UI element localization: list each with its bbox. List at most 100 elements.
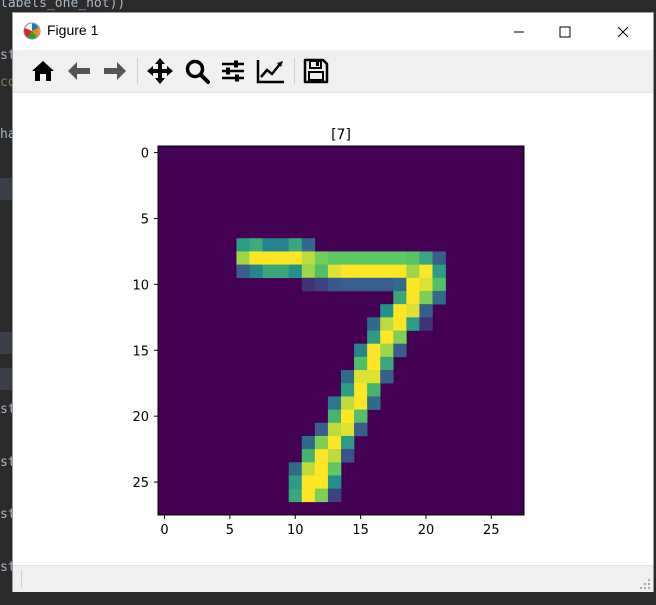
- close-icon: [617, 26, 629, 37]
- heatmap-cell: [354, 356, 368, 371]
- heatmap-cell: [301, 238, 316, 252]
- heatmap-cell: [301, 475, 316, 489]
- zoom-button[interactable]: [181, 56, 213, 86]
- heatmap-cell: [262, 264, 276, 279]
- heatmap-cell: [380, 330, 394, 344]
- heatmap-cell: [393, 343, 407, 358]
- heatmap-cell: [301, 449, 316, 463]
- heatmap-cell: [380, 304, 394, 318]
- heatmap-cell: [236, 238, 250, 252]
- x-tick-label: 10: [287, 523, 304, 538]
- home-icon: [32, 61, 54, 81]
- navigation-toolbar: [13, 50, 653, 93]
- heatmap-cell: [301, 277, 316, 292]
- heatmap-cell: [327, 277, 342, 292]
- heatmap-cell: [419, 317, 433, 331]
- heatmap-cell: [314, 475, 329, 489]
- heatmap-cell: [288, 238, 303, 252]
- save-icon: [303, 58, 329, 84]
- heatmap-cell: [432, 290, 446, 305]
- heatmap-cell: [288, 462, 303, 476]
- heatmap-cell: [327, 462, 342, 476]
- y-tick-label: 10: [132, 278, 149, 293]
- configure-subplots-icon: [222, 60, 244, 82]
- heatmap-chart[interactable]: [7] 0 5 10 15 20 25 0 5 10 15 20 25: [13, 93, 653, 565]
- heatmap-cell: [393, 264, 407, 279]
- heatmap-cell: [406, 277, 420, 292]
- back-button[interactable]: [63, 56, 95, 86]
- x-tick-label: 15: [352, 523, 369, 538]
- heatmap-cell: [341, 251, 355, 265]
- heatmap-cell: [406, 317, 420, 331]
- heatmap-cell: [380, 370, 394, 384]
- heatmap-cell: [354, 264, 368, 279]
- close-button[interactable]: [600, 13, 646, 50]
- figure-canvas[interactable]: [7] 0 5 10 15 20 25 0 5 10 15 20 25: [13, 93, 653, 565]
- heatmap-cell: [314, 462, 329, 476]
- heatmap-cell: [341, 370, 355, 384]
- pan-button[interactable]: [144, 56, 176, 86]
- back-arrow-icon: [68, 62, 90, 80]
- heatmap-cell: [380, 356, 394, 371]
- heatmap-cell: [393, 290, 407, 305]
- heatmap-cell: [341, 422, 355, 437]
- maximize-button[interactable]: [542, 13, 588, 50]
- code-highlight: [0, 332, 14, 354]
- code-line: labels_one_hot)): [0, 0, 126, 11]
- x-tick-label: 5: [226, 523, 234, 538]
- heatmap-cell: [354, 409, 368, 424]
- heatmap-cell: [341, 277, 355, 292]
- toolbar-separator: [137, 58, 138, 84]
- heatmap-cell: [419, 277, 433, 292]
- heatmap-cell: [432, 251, 446, 265]
- heatmap-cell: [393, 251, 407, 265]
- heatmap-cell: [419, 264, 433, 279]
- heatmap-cell: [419, 290, 433, 305]
- y-tick-label: 0: [141, 147, 149, 162]
- heatmap-cell: [354, 383, 368, 397]
- save-button[interactable]: [300, 56, 332, 86]
- y-tick-label: 15: [132, 344, 149, 359]
- heatmap-cell: [341, 435, 355, 450]
- home-button[interactable]: [27, 56, 59, 86]
- heatmap-cell: [327, 264, 342, 279]
- heatmap-cell: [380, 343, 394, 358]
- heatmap-cell: [419, 251, 433, 265]
- heatmap-cell: [275, 238, 290, 252]
- heatmap-cell: [288, 251, 303, 265]
- heatmap-cell: [367, 330, 381, 344]
- zoom-icon: [185, 59, 210, 84]
- heatmap-cell: [327, 396, 342, 410]
- minimize-button[interactable]: [496, 13, 542, 50]
- heatmap-cell: [354, 277, 368, 292]
- heatmap-cell: [301, 264, 316, 279]
- x-tick-label: 25: [483, 523, 500, 538]
- heatmap-cell: [288, 488, 303, 503]
- heatmap-cell: [393, 330, 407, 344]
- heatmap-cell: [275, 264, 290, 279]
- heatmap-cell: [249, 251, 263, 265]
- heatmap-cell: [262, 251, 276, 265]
- x-tick-label: 0: [160, 523, 168, 538]
- heatmap-cell: [327, 409, 342, 424]
- forward-button[interactable]: [99, 56, 131, 86]
- heatmap-cell: [288, 264, 303, 279]
- resize-grip-icon[interactable]: [639, 578, 651, 590]
- title-bar[interactable]: Figure 1: [13, 13, 653, 50]
- heatmap-cell: [341, 264, 355, 279]
- heatmap-cell: [314, 422, 329, 437]
- code-highlight: [0, 178, 14, 200]
- heatmap-cell: [432, 277, 446, 292]
- edit-axis-button[interactable]: [255, 56, 287, 86]
- heatmap-cell: [432, 264, 446, 279]
- heatmap-cell: [380, 317, 394, 331]
- heatmap-cell: [327, 475, 342, 489]
- heatmap-cell: [354, 370, 368, 384]
- heatmap-cell: [327, 488, 342, 503]
- heatmap-cell: [314, 264, 329, 279]
- heatmap-cell: [314, 277, 329, 292]
- heatmap-cell: [406, 251, 420, 265]
- heatmap-cell: [327, 449, 342, 463]
- status-separator: [21, 570, 22, 588]
- configure-subplots-button[interactable]: [217, 56, 249, 86]
